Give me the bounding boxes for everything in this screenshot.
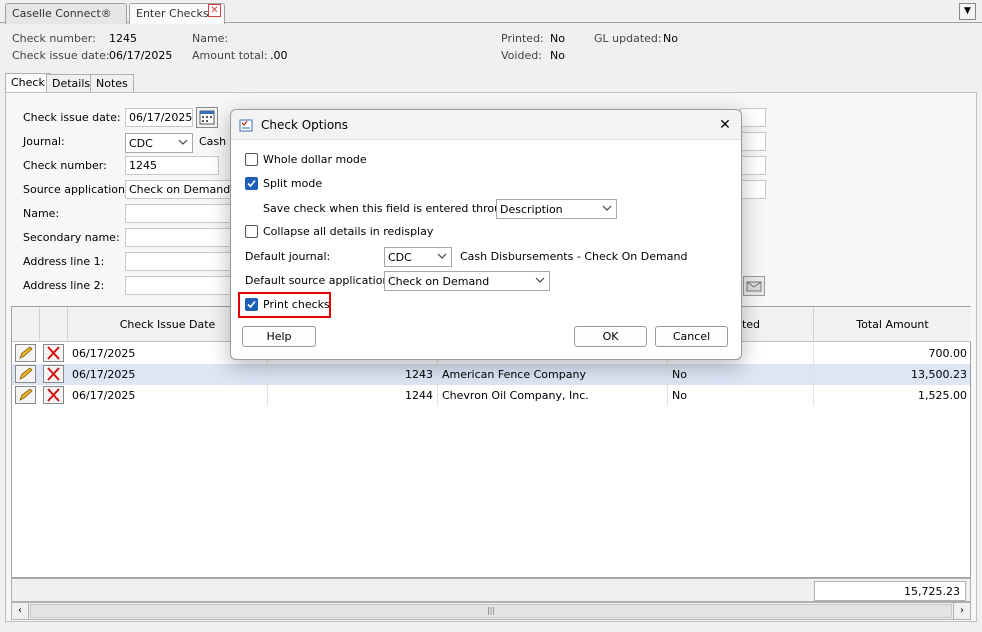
horizontal-scrollbar[interactable]: ‹ ||| › [11,602,971,620]
cell-total-amount: 1,525.00 [918,389,967,402]
header-gl-updated: No [663,32,678,45]
right-field-4[interactable] [740,180,766,199]
cell-total-amount: 700.00 [928,347,968,360]
calendar-icon[interactable] [196,107,218,128]
name-input[interactable] [125,204,235,223]
grid-head-edit [12,307,40,342]
chevron-down-icon [178,139,188,145]
help-button[interactable]: Help [242,326,316,347]
check-number-input[interactable]: 1245 [125,156,219,175]
default-journal-label: Default journal: [245,250,331,263]
chevron-down-icon [602,205,612,211]
cell-total-amount: 13,500.23 [911,368,967,381]
print-checks-label: Print checks [263,298,330,311]
header-check-number-label: Check number: [12,32,96,45]
cell-date: 06/17/2025 [68,385,268,406]
header-voided: No [550,49,565,62]
header-amount-total: .00 [270,49,288,62]
table-row[interactable]: 06/17/2025 1243 American Fence Company N… [12,364,970,385]
scroll-left-icon[interactable]: ‹ [12,603,29,619]
document-tab-strip: Caselle Connect® Enter Checks ✕ ▼ [0,0,982,24]
split-mode-label: Split mode [263,177,323,190]
grid-head-total-amount[interactable]: Total Amount [814,307,971,342]
cell-name: American Fence Company [438,364,668,385]
address-line-1-input[interactable] [125,252,235,271]
grid-head-delete [40,307,68,342]
header-printed: No [550,32,565,45]
address-line-1-label: Address line 1: [23,255,105,268]
edit-pencil-icon[interactable] [15,365,36,383]
default-journal-description: Cash Disbursements - Check On Demand [460,250,688,263]
checkmark-icon [247,300,256,309]
source-application-label: Source application: [23,183,129,196]
cell-check-number: 1243 [268,364,438,385]
default-journal-dropdown[interactable]: CDC [384,247,452,267]
header-name-label: Name: [192,32,229,45]
collapse-details-label: Collapse all details in redisplay [263,225,434,238]
header-voided-label: Voided: [501,49,542,62]
right-field-2[interactable] [740,132,766,151]
close-icon[interactable]: ✕ [715,115,735,135]
cell-date: 06/17/2025 [68,364,268,385]
header-check-number: 1245 [109,32,137,45]
split-mode-checkbox[interactable] [245,177,258,190]
header-printed-label: Printed: [501,32,544,45]
address-lookup-icon[interactable] [743,276,765,296]
tab-caselle-connect[interactable]: Caselle Connect® [5,3,127,24]
right-field-3[interactable] [740,156,766,175]
close-tab-icon[interactable]: ✕ [208,4,221,17]
dialog-title-bar: Check Options ✕ [231,110,741,140]
dialog-title: Check Options [261,118,349,132]
default-source-application-label: Default source application: [245,274,394,287]
journal-dropdown[interactable]: CDC [125,133,193,153]
address-line-2-label: Address line 2: [23,279,105,292]
edit-pencil-icon[interactable] [15,344,36,362]
delete-x-icon[interactable] [43,344,64,362]
tab-check[interactable]: Check [5,73,51,93]
checkmark-icon [247,179,256,188]
ok-button[interactable]: OK [574,326,647,347]
cell-printed: No [668,364,814,385]
check-issue-date-label: Check issue date: [23,111,121,124]
delete-x-icon[interactable] [43,365,64,383]
check-options-icon [239,118,254,133]
cell-printed: No [668,385,814,406]
whole-dollar-mode-label: Whole dollar mode [263,153,367,166]
address-line-2-input[interactable] [125,276,235,295]
journal-label: Journal: [23,135,65,148]
scroll-right-icon[interactable]: › [953,603,970,619]
chevron-down-icon [437,253,447,259]
cancel-button[interactable]: Cancel [655,326,728,347]
cell-check-number: 1244 [268,385,438,406]
tab-menu-dropdown-icon[interactable]: ▼ [959,3,976,20]
check-number-label: Check number: [23,159,107,172]
print-checks-checkbox[interactable] [245,298,258,311]
check-issue-date-input[interactable]: 06/17/2025 [125,108,193,127]
collapse-details-checkbox[interactable] [245,225,258,238]
secondary-name-label: Secondary name: [23,231,120,244]
default-source-application-dropdown[interactable]: Check on Demand [384,271,550,291]
tab-details[interactable]: Details [46,74,97,93]
tab-notes[interactable]: Notes [90,74,134,93]
header-gl-updated-label: GL updated: [594,32,662,45]
grid-total-amount: 15,725.23 [814,581,966,601]
delete-x-icon[interactable] [43,386,64,404]
right-field-1[interactable] [740,108,766,127]
header-check-issue-date: 06/17/2025 [109,49,173,62]
edit-pencil-icon[interactable] [15,386,36,404]
source-application-input[interactable]: Check on Demand [125,180,235,199]
save-check-field-dropdown[interactable]: Description [496,199,617,219]
scroll-thumb[interactable]: ||| [30,604,952,618]
header-amount-total-label: Amount total: [192,49,268,62]
save-check-label: Save check when this field is entered th… [263,202,519,215]
chevron-down-icon [535,277,545,283]
grid-total-bar: 15,725.23 [11,578,971,602]
name-label: Name: [23,207,60,220]
cell-name: Chevron Oil Company, Inc. [438,385,668,406]
table-row[interactable]: 06/17/2025 1244 Chevron Oil Company, Inc… [12,385,970,406]
secondary-name-input[interactable] [125,228,235,247]
header-check-issue-date-label: Check issue date: [12,49,110,62]
whole-dollar-mode-checkbox[interactable] [245,153,258,166]
